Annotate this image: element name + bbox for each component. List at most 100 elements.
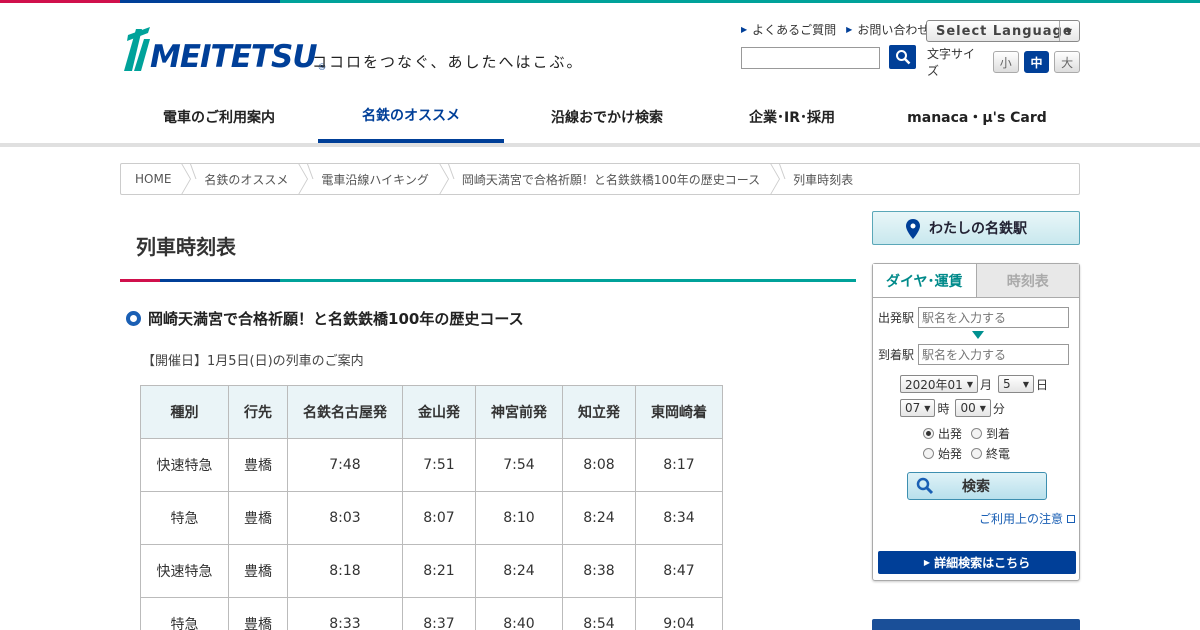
table-cell: 8:33	[287, 597, 403, 630]
table-cell: 7:51	[402, 438, 476, 492]
table-cell: 特急	[140, 597, 229, 630]
radio-last-train[interactable]: 終電	[971, 445, 1019, 462]
radio-first-train-label: 始発	[938, 447, 963, 461]
nav-item-train-guide[interactable]: 電車のご利用案内	[120, 91, 318, 143]
chevron-down-icon: ▼	[979, 403, 986, 413]
arrow-right-icon: ▶	[846, 25, 853, 34]
route-search-label: 検索	[962, 479, 990, 495]
sidebar: わたしの名鉄駅 ダイヤ･運賃 時刻表 出発駅 到着駅 2020年01▼ 月 5▼…	[872, 211, 1080, 630]
chevron-down-icon: ▼	[924, 403, 931, 413]
table-cell: 8:17	[635, 438, 723, 492]
route-search-button[interactable]: 検索	[907, 472, 1047, 500]
arrow-down-icon	[972, 331, 984, 339]
date-row: 2020年01 ▼ 月 5 ▼ 日	[900, 375, 1048, 393]
table-cell: 豊橋	[228, 438, 288, 492]
year-month-select[interactable]: 2020年01 ▼	[900, 375, 978, 393]
language-select-label: Select Language	[936, 23, 1073, 39]
to-row: 到着駅	[878, 344, 1070, 365]
column-header: 金山発	[402, 385, 476, 439]
font-size-medium-button[interactable]: 中	[1023, 51, 1050, 73]
nav-item-recommend[interactable]: 名鉄のオススメ	[318, 91, 504, 143]
map-pin-icon	[906, 219, 920, 239]
detail-search-button[interactable]: ▶ 詳細検索はこちら	[878, 551, 1076, 574]
nav-item-manaca[interactable]: manaca・μ's Card	[874, 91, 1080, 143]
month-unit: 月	[979, 377, 992, 392]
table-cell: 8:08	[562, 438, 636, 492]
day-value: 5	[1002, 377, 1011, 391]
column-header: 神宮前発	[475, 385, 563, 439]
table-cell: 8:47	[635, 544, 723, 598]
chevron-down-icon: ▼	[966, 379, 973, 389]
font-size-large-button[interactable]: 大	[1054, 51, 1080, 73]
table-cell: 快速特急	[140, 438, 229, 492]
course-title: 岡崎天満宮で合格祈願！と名鉄鉄橋100年の歴史コース	[148, 310, 524, 328]
radio-departure[interactable]: 出発	[923, 425, 971, 442]
to-station-input[interactable]	[918, 344, 1070, 365]
sidebar-banner[interactable]	[872, 619, 1080, 630]
faq-link-label: よくあるご質問	[752, 23, 837, 37]
table-row: 快速特急 豊橋 7:48 7:51 7:54 8:08 8:17	[140, 438, 723, 492]
chevron-down-icon: ▼	[1022, 379, 1029, 389]
logo-text: MEITETSU	[150, 39, 318, 75]
day-select[interactable]: 5 ▼	[997, 375, 1034, 393]
site-search-input[interactable]	[741, 47, 880, 69]
contact-link[interactable]: ▶ お問い合わせ	[846, 21, 929, 38]
radio-unchecked-icon	[971, 448, 982, 459]
site-header: MEITETSU ® ココロをつなぐ、あしたへはこぶ。 ▶ よくあるご質問 ▶ お問…	[120, 3, 1080, 91]
radio-row-2: 始発 終電	[923, 445, 1019, 462]
nav-item-outing-search[interactable]: 沿線おでかけ検索	[504, 91, 710, 143]
table-row: 特急 豊橋 8:03 8:07 8:10 8:24 8:34	[140, 491, 723, 545]
breadcrumb-recommend[interactable]: 名鉄のオススメ	[186, 164, 302, 194]
table-cell: 8:54	[562, 597, 636, 630]
hour-value: 07	[905, 401, 921, 415]
table-cell: 7:48	[287, 438, 403, 492]
usage-notice-link[interactable]: ご利用上の注意	[979, 510, 1075, 527]
table-cell: 豊橋	[228, 491, 288, 545]
table-cell: 8:24	[475, 544, 563, 598]
tagline: ココロをつなぐ、あしたへはこぶ。	[312, 53, 584, 71]
radio-unchecked-icon	[923, 448, 934, 459]
my-meitetsu-button[interactable]: わたしの名鉄駅	[872, 211, 1080, 245]
language-select[interactable]: Select Language ▼	[926, 20, 1080, 42]
external-link-icon	[1067, 514, 1075, 523]
table-row: 特急 豊橋 8:33 8:37 8:40 8:54 9:04	[140, 597, 723, 630]
chevron-down-icon: ▼	[1059, 21, 1079, 41]
table-cell: 7:54	[475, 438, 563, 492]
minute-select[interactable]: 00 ▼	[955, 399, 991, 417]
font-size-small-button[interactable]: 小	[992, 51, 1019, 73]
utility-links: ▶ よくあるご質問 ▶ お問い合わせ	[741, 21, 929, 38]
site-search-button[interactable]	[889, 45, 916, 69]
radio-arrival[interactable]: 到着	[971, 425, 1019, 442]
day-unit: 日	[1035, 377, 1048, 392]
table-header-row: 種別 行先 名鉄名古屋発 金山発 神宮前発 知立発 東岡崎着	[140, 385, 723, 439]
table-cell: 8:21	[402, 544, 476, 598]
font-size-label: 文字サイズ	[927, 47, 976, 78]
from-station-input[interactable]	[918, 307, 1070, 328]
faq-link[interactable]: ▶ よくあるご質問	[741, 21, 836, 38]
hour-select[interactable]: 07 ▼	[900, 399, 936, 417]
table-cell: 8:18	[287, 544, 403, 598]
from-label: 出発駅	[878, 311, 915, 325]
breadcrumb-hiking[interactable]: 電車沿線ハイキング	[303, 164, 442, 194]
column-header: 知立発	[562, 385, 636, 439]
column-header: 東岡崎着	[635, 385, 723, 439]
table-row: 快速特急 豊橋 8:18 8:21 8:24 8:38 8:47	[140, 544, 723, 598]
detail-search-label: 詳細検索はこちら	[934, 556, 1031, 570]
minute-unit: 分	[992, 401, 1005, 416]
main-column: 列車時刻表 岡崎天満宮で合格祈願！と名鉄鉄橋100年の歴史コース 【開催日】1月…	[120, 211, 856, 630]
arrow-right-icon: ▶	[923, 558, 931, 567]
breadcrumb-course[interactable]: 岡崎天満宮で合格祈願！と名鉄鉄橋100年の歴史コース	[444, 164, 774, 194]
table-cell: 快速特急	[140, 544, 229, 598]
course-heading: 岡崎天満宮で合格祈願！と名鉄鉄橋100年の歴史コース	[120, 308, 856, 329]
meitetsu-logo[interactable]: MEITETSU ®	[124, 25, 327, 73]
tab-timetable[interactable]: 時刻表	[976, 264, 1079, 297]
nav-item-corporate[interactable]: 企業･IR･採用	[710, 91, 874, 143]
table-cell: 8:07	[402, 491, 476, 545]
tab-fare[interactable]: ダイヤ･運賃	[873, 264, 977, 297]
table-cell: 8:40	[475, 597, 563, 630]
radio-first-train[interactable]: 始発	[923, 445, 971, 462]
table-cell: 豊橋	[228, 597, 288, 630]
table-cell: 8:03	[287, 491, 403, 545]
contact-link-label: お問い合わせ	[857, 23, 930, 37]
radio-unchecked-icon	[971, 428, 982, 439]
